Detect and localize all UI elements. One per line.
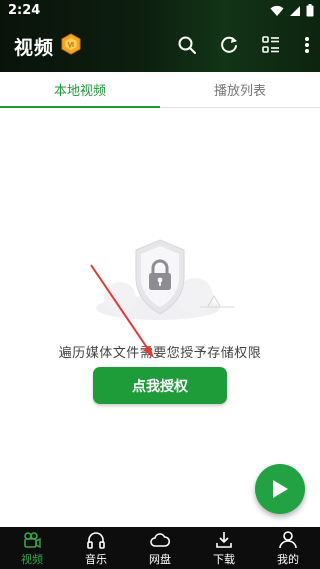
refresh-button[interactable] (218, 34, 240, 56)
list-view-icon (262, 36, 279, 53)
more-options-button[interactable] (302, 34, 312, 56)
tab-playlist[interactable]: 播放列表 (160, 72, 320, 107)
play-icon (273, 480, 288, 498)
locked-shield-illustration (96, 239, 235, 320)
permission-message: 遍历媒体文件需要您授予存储权限 (58, 346, 262, 361)
nav-label-download: 下载 (213, 552, 235, 566)
nav-label-music: 音乐 (85, 552, 107, 566)
status-bar: 2:24 (0, 0, 320, 22)
search-icon (178, 36, 196, 54)
search-button[interactable] (176, 34, 198, 56)
wifi-icon (270, 5, 284, 16)
person-icon (279, 530, 297, 548)
page-title: 视频 (14, 37, 55, 59)
nav-item-me[interactable]: 我的 (256, 527, 320, 569)
battery-icon (306, 4, 314, 17)
tab-local-video[interactable]: 本地视频 (0, 72, 160, 108)
nav-label-cloud: 网盘 (149, 552, 171, 566)
nav-item-download[interactable]: 下载 (192, 527, 256, 569)
status-icons (270, 4, 314, 17)
refresh-icon (221, 36, 237, 53)
nav-label-video: 视频 (21, 552, 43, 566)
list-view-button[interactable] (260, 34, 282, 56)
nav-label-me: 我的 (277, 552, 299, 566)
nav-item-video[interactable]: 视频 (0, 527, 64, 569)
more-vertical-icon (305, 37, 309, 53)
bottom-nav: 视频 音乐 网盘 下载 我的 (0, 527, 320, 569)
signal-icon (290, 5, 300, 16)
screen: 2:24 视频 本地视频 播放列表 遍历媒体文件需要您授予存储权限 点我授权 视… (0, 0, 320, 569)
header: 2:24 视频 (0, 0, 320, 72)
app-bar-actions (176, 34, 312, 56)
cloud-icon (150, 532, 170, 547)
video-camera-icon (24, 531, 41, 548)
status-time: 2:24 (8, 3, 41, 18)
download-icon (216, 531, 232, 548)
headphones-icon (87, 531, 105, 549)
nav-item-music[interactable]: 音乐 (64, 527, 128, 569)
nav-item-cloud[interactable]: 网盘 (128, 527, 192, 569)
tab-bar: 本地视频 播放列表 (0, 72, 320, 108)
grant-permission-button[interactable]: 点我授权 (93, 367, 227, 404)
vip-badge-icon[interactable] (60, 33, 82, 55)
play-fab-button[interactable] (255, 464, 305, 514)
